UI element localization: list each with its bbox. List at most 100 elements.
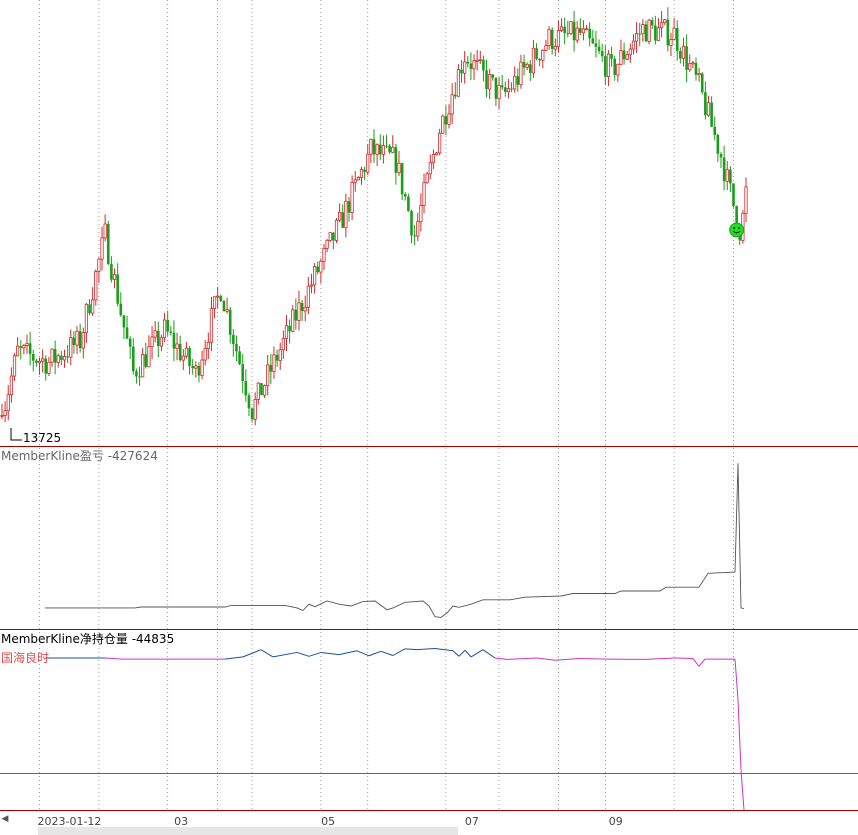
candle-body-down — [53, 349, 57, 363]
candle-body-down — [188, 348, 191, 367]
net-position-indicator-label: MemberKline净持仓量 -44835 — [1, 632, 175, 646]
smiley-eye — [738, 227, 740, 229]
candle-body-up — [100, 237, 104, 260]
candle-body-down — [522, 62, 526, 68]
net-position-segment — [296, 651, 310, 657]
candle-body-down — [341, 212, 345, 228]
candle-body-up — [366, 153, 370, 173]
candle-body-down — [197, 365, 201, 376]
candle-body-up — [50, 348, 54, 363]
net-position-segment — [470, 649, 484, 658]
candle-body-down — [228, 309, 232, 335]
candle-body-down — [157, 330, 160, 347]
net-position-segment — [224, 656, 244, 660]
net-position-segment — [536, 657, 556, 661]
candle-body-up — [584, 28, 589, 31]
candle-body-up — [397, 162, 401, 174]
candle-body-up — [153, 330, 157, 338]
candle-body-down — [300, 302, 304, 311]
low-marker-bracket — [10, 428, 22, 441]
candle-body-up — [334, 219, 339, 241]
candle-body-down — [460, 69, 463, 74]
candle-body-up — [216, 295, 220, 298]
candle-body-up — [659, 22, 664, 29]
candle-body-down — [28, 343, 32, 354]
candle-body-down — [704, 92, 707, 116]
candle-body-up — [672, 27, 676, 40]
candle-body-up — [688, 63, 692, 71]
candle-body-down — [166, 319, 169, 332]
candle-body-down — [700, 73, 704, 93]
net-position-segment — [452, 650, 460, 657]
net-position-segment — [506, 657, 538, 660]
candle-body-down — [269, 364, 273, 372]
status-bar — [38, 827, 458, 835]
candle-body-down — [116, 274, 119, 304]
candle-body-down — [500, 85, 504, 88]
net-position-segment — [494, 657, 508, 660]
candle-body-down — [591, 38, 595, 44]
candle-body-down — [128, 338, 132, 347]
candle-body-down — [60, 355, 63, 360]
candle-body-down — [44, 358, 48, 374]
candle-body-up — [303, 306, 307, 312]
candle-body-up — [556, 30, 561, 47]
net-position-segment — [338, 650, 358, 656]
candle-body-down — [579, 28, 582, 33]
candle-body-down — [650, 20, 654, 26]
candle-body-up — [531, 47, 536, 74]
candle-body-up — [697, 73, 701, 76]
candle-body-down — [666, 19, 670, 46]
candle-body-up — [416, 221, 420, 237]
price-candles — [0, 7, 748, 426]
candle-body-down — [219, 296, 223, 301]
candle-body-up — [634, 33, 639, 42]
candle-body-up — [350, 181, 354, 214]
candle-body-up — [75, 330, 79, 346]
candle-body-down — [685, 46, 688, 70]
candle-body-up — [463, 61, 467, 74]
candle-body-up — [513, 75, 517, 90]
candle-body-up — [62, 356, 67, 361]
net-position-segment — [740, 770, 745, 811]
candle-body-up — [212, 296, 217, 309]
candle-body-up — [306, 285, 310, 308]
candle-body-up — [181, 355, 185, 361]
net-position-segment — [380, 650, 394, 656]
candle-body-down — [275, 354, 279, 361]
net-position-segment — [737, 699, 742, 771]
candle-body-down — [494, 77, 498, 99]
candle-body-down — [516, 76, 520, 85]
candle-body-down — [222, 300, 226, 312]
candle-body-up — [313, 266, 317, 286]
x-tick-label: 03 — [174, 815, 189, 828]
candle-body-up — [625, 54, 629, 60]
candle-body-down — [125, 327, 129, 339]
candle-body-down — [503, 87, 507, 92]
net-position-line — [45, 648, 745, 811]
candle-body-up — [356, 177, 360, 181]
candle-body-up — [641, 24, 645, 35]
candle-body-down — [529, 64, 532, 73]
scroll-left-icon[interactable]: ◀ — [0, 813, 10, 825]
candle-body-up — [725, 169, 729, 182]
candle-body-down — [572, 21, 576, 41]
x-tick-label: 07 — [464, 815, 479, 828]
vertical-gridlines — [39, 0, 734, 812]
candle-body-down — [347, 201, 351, 213]
candle-body-up — [175, 343, 179, 349]
low-price-label: 13725 — [23, 431, 62, 445]
net-position-legend: 国海良时 — [1, 651, 50, 665]
net-position-segment — [734, 659, 739, 700]
candle-body-up — [569, 21, 573, 35]
candle-body-down — [260, 383, 263, 396]
candle-body-up — [69, 337, 73, 358]
x-tick-label: 2023-01-12 — [37, 815, 102, 828]
net-position-segment — [104, 657, 124, 660]
candle-body-down — [719, 153, 723, 158]
candle-body-up — [353, 179, 357, 183]
candle-body-down — [413, 235, 416, 237]
candle-body-down — [613, 58, 617, 75]
candle-body-up — [606, 53, 611, 78]
candle-body-up — [425, 173, 429, 184]
